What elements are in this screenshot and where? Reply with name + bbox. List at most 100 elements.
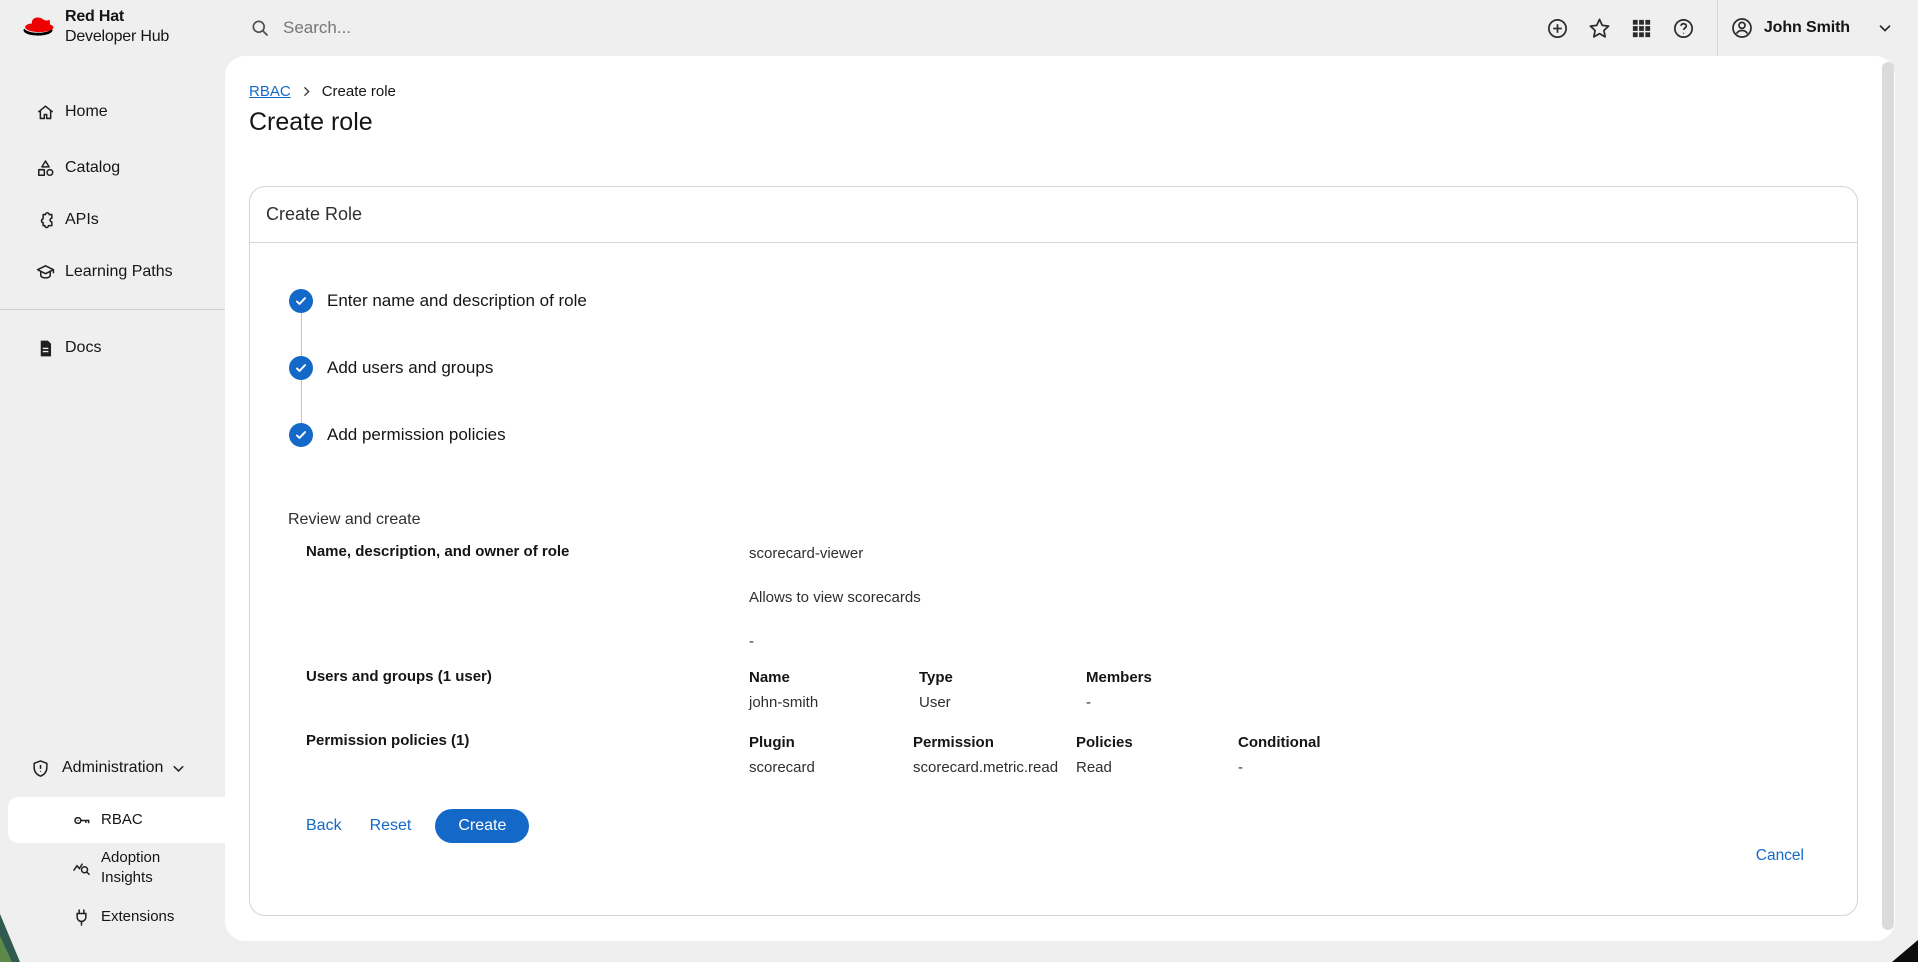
redhat-hat-icon [22,14,56,39]
sidebar-item-home[interactable]: Home [0,96,225,128]
header-divider [1717,0,1718,56]
label-line2: Insights [101,868,160,888]
step-label: Enter name and description of role [327,291,587,311]
sidebar-item-rbac[interactable]: RBAC [0,804,225,836]
review-label-permissions: Permission policies (1) [306,732,469,749]
reset-button[interactable]: Reset [364,811,418,841]
card-title: Create Role [250,187,1857,243]
sidebar-item-docs[interactable]: Docs [0,332,225,364]
column-header: Policies [1076,733,1238,753]
chevron-right-icon [300,85,313,98]
shield-icon [31,759,50,778]
sidebar-item-label: Home [65,103,108,121]
table-cell: scorecard [749,758,913,778]
app-root: Red Hat Developer Hub [0,0,1918,962]
step-label: Add permission policies [327,425,506,445]
background-art-right [1892,940,1918,962]
sidebar-item-catalog[interactable]: Catalog [0,152,225,184]
home-icon [36,103,55,122]
chevron-down-icon [1876,19,1894,37]
sidebar-item-adoption-insights[interactable]: Adoption Insights [0,848,225,888]
sidebar-item-label: Adoption Insights [101,848,160,888]
header-apps-button[interactable] [1630,17,1653,40]
global-header: Red Hat Developer Hub [0,0,1918,56]
search-input[interactable] [281,17,521,39]
sidebar-item-label: Administration [62,759,163,777]
breadcrumb: RBAC Create role [249,83,396,100]
sidebar-item-label: Learning Paths [65,263,173,281]
step-label: Add users and groups [327,358,493,378]
review-heading: Review and create [288,511,421,529]
step-1: Enter name and description of role [289,289,587,313]
chevron-down-icon[interactable] [170,760,187,777]
wizard-actions: Back Reset Create [300,808,529,844]
header-actions: John Smith [1527,0,1896,56]
step-2: Add users and groups [289,356,587,380]
plug-icon [72,908,91,927]
table-cell: Read [1076,758,1238,778]
global-search [250,0,521,56]
sidebar-item-label: APIs [65,211,99,229]
role-description-value: Allows to view scorecards [749,588,921,608]
key-icon [72,811,91,830]
header-create-button[interactable] [1546,17,1569,40]
sidebar-item-extensions[interactable]: Extensions [0,901,225,933]
brand-text: Red Hat Developer Hub [65,7,169,46]
brand-line2: Developer Hub [65,27,169,47]
column-header: Name [749,668,919,688]
role-owner-value: - [749,632,921,652]
scrollbar[interactable] [1882,62,1894,930]
app-grid-icon [1630,17,1653,40]
sidebar: Home Catalog APIs Learn [0,56,225,962]
category-icon [36,159,55,178]
table-cell: scorecard.metric.read [913,758,1076,778]
create-role-card: Create Role Enter name and description o… [249,186,1858,916]
sidebar-item-apis[interactable]: APIs [0,204,225,236]
step-complete-icon [289,423,313,447]
step-connector [301,380,302,423]
account-icon [1730,16,1754,40]
column-header: Members [1086,668,1246,688]
label-line1: Adoption [101,848,160,868]
users-table: Name Type Members john-smith User - [749,668,1246,713]
column-header: Plugin [749,733,913,753]
sidebar-divider [0,309,225,310]
role-name-value: scorecard-viewer [749,544,921,564]
step-3: Add permission policies [289,423,587,447]
column-header: Type [919,668,1086,688]
brand-logo[interactable]: Red Hat Developer Hub [22,7,169,46]
table-cell: User [919,693,1086,713]
sidebar-item-learning-paths[interactable]: Learning Paths [0,256,225,288]
star-icon [1588,17,1611,40]
step-complete-icon [289,356,313,380]
sidebar-item-label: Catalog [65,159,120,177]
cancel-button[interactable]: Cancel [1754,845,1806,867]
puzzle-icon [36,211,55,230]
column-header: Conditional [1238,733,1398,753]
sidebar-item-label: Extensions [101,907,174,927]
sidebar-item-label: Docs [65,339,101,357]
permissions-table: Plugin Permission Policies Conditional s… [749,733,1398,778]
plus-circle-icon [1546,17,1569,40]
search-icon [250,18,270,38]
document-icon [36,339,55,358]
sidebar-item-label: RBAC [101,810,143,830]
create-button[interactable]: Create [435,809,529,843]
user-menu[interactable]: John Smith [1728,12,1896,44]
main-panel: RBAC Create role Create role Create Role… [225,56,1895,941]
table-cell: - [1086,693,1246,713]
query-stats-icon [72,859,91,878]
review-label-name: Name, description, and owner of role [306,543,569,560]
breadcrumb-link-rbac[interactable]: RBAC [249,83,291,100]
sidebar-item-administration[interactable]: Administration [0,752,225,784]
table-cell: john-smith [749,693,919,713]
brand-line1: Red Hat [65,7,169,27]
header-help-button[interactable] [1672,17,1695,40]
help-icon [1672,17,1695,40]
back-button[interactable]: Back [300,811,348,841]
step-complete-icon [289,289,313,313]
stepper: Enter name and description of role Add u… [289,289,587,447]
page-title: Create role [249,108,373,137]
graduation-cap-icon [36,263,55,282]
header-starred-button[interactable] [1588,17,1611,40]
